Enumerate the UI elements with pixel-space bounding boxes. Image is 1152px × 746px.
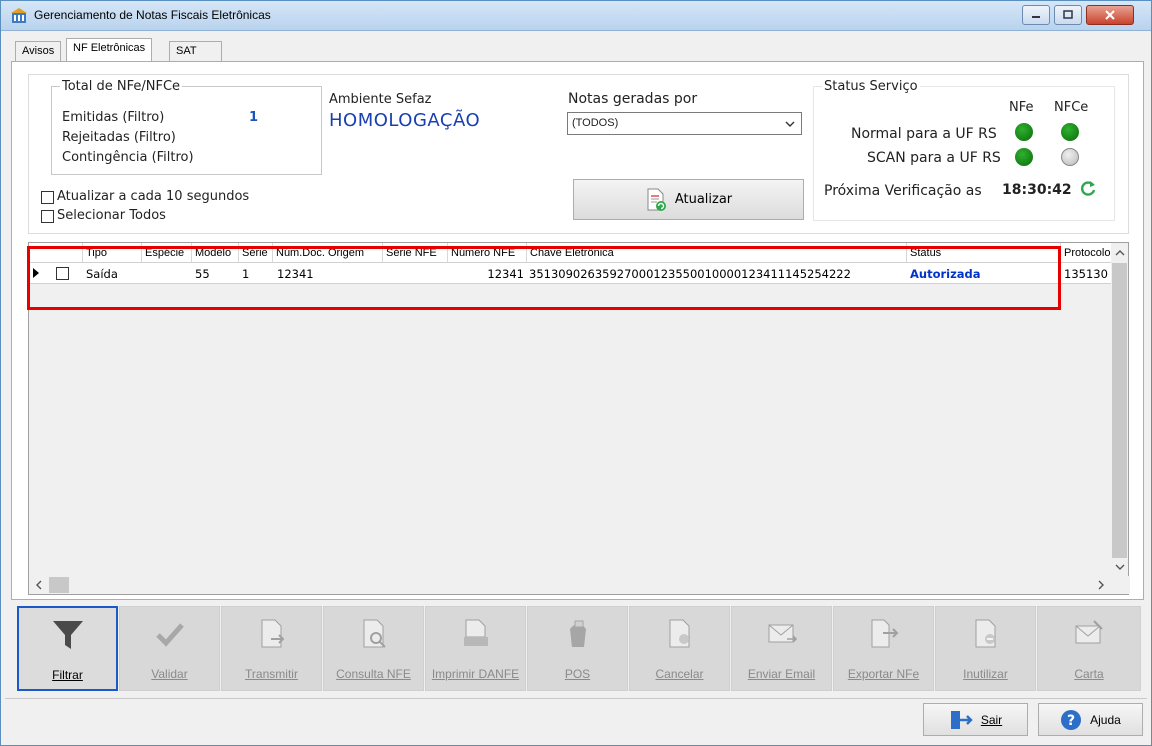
auto-refresh-checkbox[interactable] bbox=[41, 191, 54, 204]
highlight-box bbox=[27, 246, 1061, 310]
emitidas-value: 1 bbox=[249, 110, 259, 125]
header-protocolo[interactable]: Protocolo bbox=[1061, 243, 1112, 263]
transmitir-label: Transmitir bbox=[245, 667, 298, 681]
check-icon bbox=[155, 623, 184, 647]
scroll-down-icon[interactable] bbox=[1115, 563, 1125, 571]
pos-icon bbox=[569, 620, 586, 647]
minimize-button[interactable] bbox=[1022, 5, 1050, 25]
consulta-nfe-button[interactable]: Consulta NFE bbox=[323, 606, 424, 691]
inutilizar-button[interactable]: Inutilizar bbox=[935, 606, 1036, 691]
auto-refresh-label[interactable]: Atualizar a cada 10 segundos bbox=[57, 189, 249, 204]
ambiente-value: HOMOLOGAÇÃO bbox=[329, 110, 481, 131]
transmit-icon bbox=[261, 619, 284, 648]
update-button[interactable]: Atualizar bbox=[573, 179, 804, 220]
carta-button[interactable]: Carta bbox=[1037, 606, 1141, 691]
maximize-icon bbox=[1063, 10, 1073, 19]
exportar-nfe-label: Exportar NFe bbox=[847, 667, 920, 681]
tab-sat[interactable]: SAT bbox=[169, 41, 222, 61]
next-check-time: 18:30:42 bbox=[1002, 182, 1072, 198]
svg-text:?: ? bbox=[1067, 713, 1075, 729]
vertical-scroll-thumb[interactable] bbox=[1112, 263, 1127, 558]
normal-nfe-status-indicator bbox=[1015, 123, 1033, 141]
nfe-column-label: NFe bbox=[1009, 100, 1034, 115]
email-icon bbox=[768, 624, 797, 643]
print-icon bbox=[463, 619, 488, 646]
window-title: Gerenciamento de Notas Fiscais Eletrônic… bbox=[34, 8, 271, 22]
nfce-column-label: NFCe bbox=[1054, 100, 1089, 115]
ambiente-label: Ambiente Sefaz bbox=[329, 92, 432, 107]
exit-icon bbox=[950, 710, 973, 729]
totals-legend: Total de NFe/NFCe bbox=[62, 79, 181, 94]
enviar-email-label: Enviar Email bbox=[747, 667, 816, 681]
nf-eletronicas-panel: Total de NFe/NFCe Emitidas (Filtro) 1 Re… bbox=[11, 61, 1144, 600]
normal-nfce-status-indicator bbox=[1061, 123, 1079, 141]
update-button-label: Atualizar bbox=[674, 192, 733, 207]
sair-label: Sair bbox=[980, 712, 1003, 727]
action-toolbar: Filtrar Validar Transmitir Consulta NFE bbox=[11, 606, 1144, 692]
scroll-left-icon[interactable] bbox=[35, 580, 43, 590]
maximize-button[interactable] bbox=[1054, 5, 1082, 25]
status-scan-label: SCAN para a UF RS bbox=[867, 150, 1001, 166]
chevron-down-icon bbox=[785, 121, 795, 127]
notas-label: Notas geradas por bbox=[568, 91, 698, 107]
next-check-label: Próxima Verificação as bbox=[824, 183, 982, 199]
cancel-document-icon bbox=[669, 619, 689, 648]
imprimir-danfe-button[interactable]: Imprimir DANFE bbox=[425, 606, 526, 691]
horizontal-scrollbar[interactable] bbox=[29, 576, 1130, 594]
main-window: Gerenciamento de Notas Fiscais Eletrônic… bbox=[0, 0, 1152, 746]
export-icon bbox=[871, 619, 898, 648]
imprimir-danfe-label: Imprimir DANFE bbox=[431, 667, 520, 681]
enviar-email-button[interactable]: Enviar Email bbox=[731, 606, 832, 691]
cancelar-label: Cancelar bbox=[655, 667, 704, 681]
exportar-nfe-button[interactable]: Exportar NFe bbox=[833, 606, 934, 691]
vertical-scrollbar[interactable] bbox=[1111, 243, 1128, 577]
consulta-nfe-label: Consulta NFE bbox=[336, 667, 411, 681]
select-all-label[interactable]: Selecionar Todos bbox=[57, 208, 166, 223]
summary-group: Total de NFe/NFCe Emitidas (Filtro) 1 Re… bbox=[28, 74, 1129, 234]
close-button[interactable] bbox=[1086, 5, 1134, 25]
cancelar-button[interactable]: Cancelar bbox=[629, 606, 730, 691]
horizontal-scroll-thumb[interactable] bbox=[49, 577, 69, 593]
status-legend: Status Serviço bbox=[824, 79, 918, 94]
scroll-right-icon[interactable] bbox=[1097, 580, 1105, 590]
scroll-up-icon[interactable] bbox=[1115, 249, 1125, 257]
select-all-checkbox[interactable] bbox=[41, 210, 54, 223]
title-bar[interactable]: Gerenciamento de Notas Fiscais Eletrônic… bbox=[1, 1, 1151, 31]
footer-bar: Sair ? Ajuda bbox=[5, 698, 1147, 740]
rejeitadas-label: Rejeitadas (Filtro) bbox=[62, 130, 176, 145]
filtrar-button[interactable]: Filtrar bbox=[17, 606, 118, 691]
scan-nfce-status-indicator bbox=[1061, 148, 1079, 166]
status-normal-label: Normal para a UF RS bbox=[851, 126, 997, 142]
disable-icon bbox=[975, 619, 995, 648]
contingencia-label: Contingência (Filtro) bbox=[62, 150, 194, 165]
filter-icon bbox=[52, 621, 83, 649]
tab-nf-eletronicas[interactable]: NF Eletrônicas bbox=[66, 38, 153, 61]
ajuda-button[interactable]: ? Ajuda bbox=[1038, 703, 1143, 736]
cell-protocolo: 135130 bbox=[1064, 267, 1108, 281]
notas-select[interactable]: (TODOS) bbox=[567, 112, 802, 135]
sair-button[interactable]: Sair bbox=[923, 703, 1028, 736]
validar-label: Validar bbox=[151, 667, 188, 681]
minimize-icon bbox=[1032, 16, 1040, 18]
filtrar-label: Filtrar bbox=[52, 668, 83, 682]
help-icon: ? bbox=[1061, 709, 1082, 730]
ajuda-label: Ajuda bbox=[1090, 712, 1121, 727]
notas-select-value: (TODOS) bbox=[572, 117, 619, 129]
pos-label: POS bbox=[564, 667, 591, 681]
scan-nfe-status-indicator bbox=[1015, 148, 1033, 166]
search-document-icon bbox=[363, 619, 386, 648]
carta-label: Carta bbox=[1074, 667, 1104, 681]
letter-icon bbox=[1075, 620, 1103, 644]
validar-button[interactable]: Validar bbox=[119, 606, 220, 691]
building-icon bbox=[11, 8, 27, 23]
pos-button[interactable]: POS bbox=[527, 606, 628, 691]
transmitir-button[interactable]: Transmitir bbox=[221, 606, 322, 691]
emitidas-label: Emitidas (Filtro) bbox=[62, 110, 165, 125]
refresh-document-icon bbox=[647, 188, 666, 211]
refresh-icon[interactable] bbox=[1079, 179, 1097, 197]
close-icon bbox=[1105, 10, 1115, 20]
tab-avisos[interactable]: Avisos bbox=[15, 41, 62, 61]
inutilizar-label: Inutilizar bbox=[963, 667, 1008, 681]
